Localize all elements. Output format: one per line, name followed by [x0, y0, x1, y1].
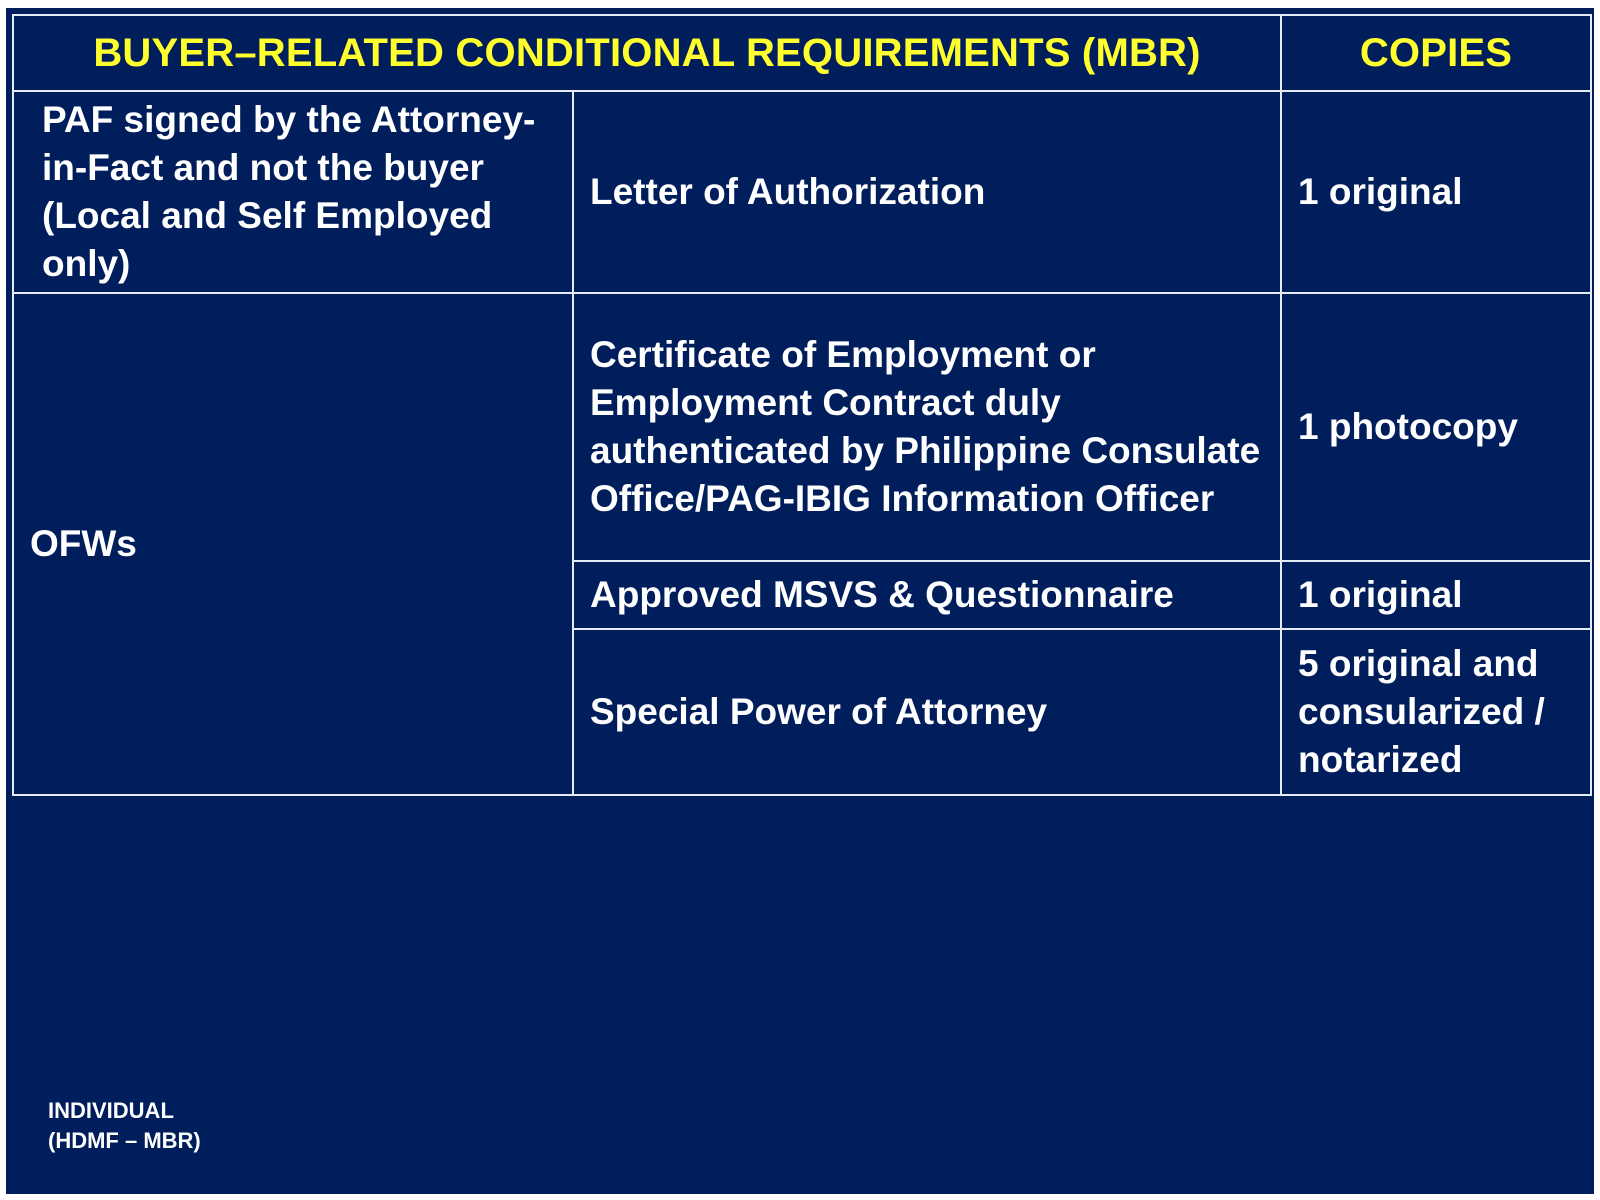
table-row: PAF signed by the Attorney-in-Fact and n…: [12, 90, 1592, 294]
footer-label: INDIVIDUAL (HDMF – MBR): [48, 1096, 201, 1156]
document-cell: Special Power of Attorney: [572, 628, 1282, 796]
copies-cell: 5 original and consularized / notarized: [1280, 628, 1592, 796]
copies-cell: 1 photocopy: [1280, 292, 1592, 562]
footer-line-2: (HDMF – MBR): [48, 1128, 201, 1153]
slide: BUYER–RELATED CONDITIONAL REQUIREMENTS (…: [6, 8, 1594, 1194]
condition-cell: OFWs: [12, 292, 574, 796]
table-header-row: BUYER–RELATED CONDITIONAL REQUIREMENTS (…: [12, 14, 1592, 92]
table-row: OFWs Certificate of Employment or Employ…: [12, 292, 1592, 796]
copies-header: COPIES: [1280, 14, 1592, 92]
condition-cell: PAF signed by the Attorney-in-Fact and n…: [12, 90, 574, 294]
document-cell: Approved MSVS & Questionnaire: [572, 560, 1282, 630]
requirements-table: BUYER–RELATED CONDITIONAL REQUIREMENTS (…: [12, 14, 1592, 796]
copies-cell: 1 original: [1280, 90, 1592, 294]
document-cell: Certificate of Employment or Employment …: [572, 292, 1282, 562]
footer-line-1: INDIVIDUAL: [48, 1098, 174, 1123]
document-cell: Letter of Authorization: [572, 90, 1282, 294]
copies-cell: 1 original: [1280, 560, 1592, 630]
requirements-header: BUYER–RELATED CONDITIONAL REQUIREMENTS (…: [12, 14, 1282, 92]
